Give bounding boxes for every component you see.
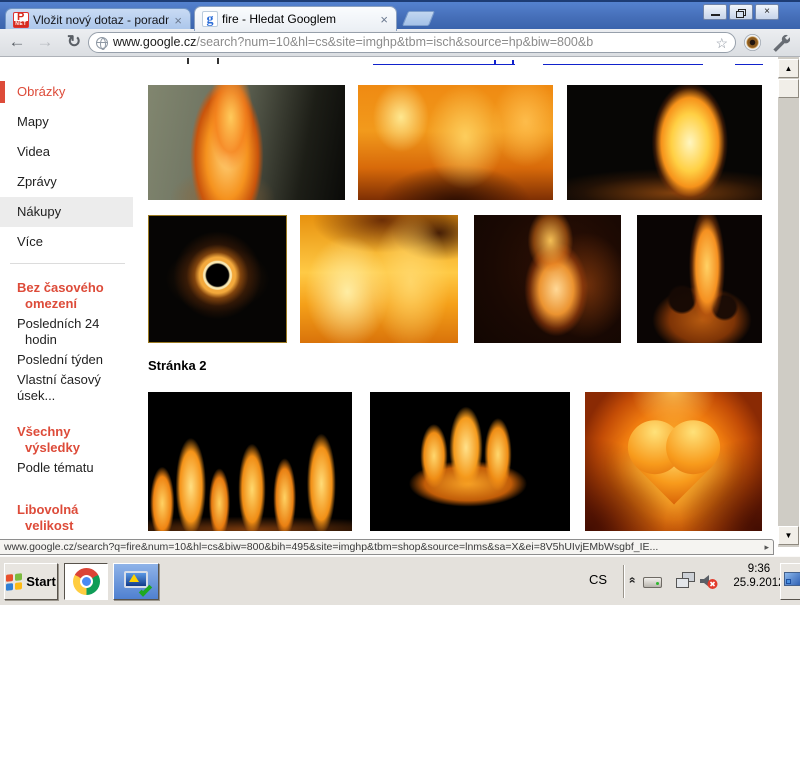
close-button[interactable]: × — [755, 4, 779, 20]
hardware-drive-icon[interactable] — [643, 577, 662, 588]
reload-button[interactable]: ↻ — [61, 30, 87, 54]
chrome-logo-icon — [72, 568, 100, 595]
tab-close-icon[interactable]: × — [173, 14, 183, 27]
image-result[interactable] — [370, 392, 570, 531]
sidebar-item-zpravy[interactable]: Zprávy — [0, 167, 133, 197]
volume-muted-icon[interactable] — [699, 572, 719, 591]
restore-button[interactable] — [729, 4, 753, 20]
image-result[interactable] — [148, 85, 345, 200]
filter-section-results: Všechny výsledky Podle tématu — [17, 424, 123, 476]
image-result[interactable] — [148, 392, 352, 531]
google-favicon-icon: g — [202, 11, 218, 27]
sidebar-divider — [10, 263, 125, 264]
burning-heart-shape — [635, 427, 712, 505]
tab-poradna[interactable]: P NET Vložit nový dotaz - poradna × — [5, 8, 191, 31]
tab-google-fire[interactable]: g fire - Hledat Googlem × — [194, 6, 397, 31]
clipped-link-underline[interactable] — [543, 64, 703, 65]
minimize-icon — [711, 14, 720, 16]
page-2-heading: Stránka 2 — [148, 358, 207, 373]
sidebar-item-videa[interactable]: Videa — [0, 137, 133, 167]
donottrack-eye-icon[interactable] — [744, 34, 761, 51]
taskbar: Start CS » 9:36 25.9.2012 — [0, 556, 800, 605]
system-check-icon — [123, 570, 153, 597]
windows-flag-icon — [6, 572, 23, 591]
filter-section-size: Libovolná velikost — [17, 502, 123, 534]
clipped-link-fragment — [494, 60, 496, 65]
tray-expand-chevron-icon[interactable]: » — [624, 577, 638, 584]
url-path: /search?num=10&hl=cs&site=imghp&tbm=isch… — [196, 35, 594, 49]
image-result[interactable] — [585, 392, 762, 531]
clipped-text-fragment — [187, 58, 189, 64]
image-result[interactable] — [148, 215, 287, 343]
image-result[interactable] — [567, 85, 762, 200]
image-result[interactable] — [358, 85, 553, 200]
status-url: www.google.cz/search?q=fire&num=10&hl=cs… — [4, 541, 659, 553]
filter-item[interactable]: Vlastní časový úsek... — [17, 372, 123, 404]
url-domain: www.google.cz — [113, 35, 197, 49]
filter-item[interactable]: Podle tématu — [17, 460, 123, 476]
taskbar-update-checker-button[interactable] — [113, 563, 159, 600]
filter-item[interactable]: Poslední týden — [17, 352, 123, 368]
warning-triangle-icon — [129, 573, 139, 582]
restore-icon-front — [736, 11, 744, 18]
page-content: Obrázky Mapy Videa Zprávy Nákupy Více Be… — [0, 57, 800, 556]
tab-title: fire - Hledat Googlem — [222, 12, 337, 26]
minimize-button[interactable] — [703, 4, 727, 20]
sidebar-item-obrazky[interactable]: Obrázky — [0, 77, 133, 107]
titlebar[interactable]: P NET Vložit nový dotaz - poradna × g fi… — [0, 0, 800, 31]
status-arrow-icon: ▸ — [764, 542, 769, 552]
sidebar-item-vice[interactable]: Více — [0, 227, 133, 257]
image-result[interactable] — [300, 215, 458, 343]
wrench-menu-icon[interactable] — [771, 33, 791, 57]
network-icon[interactable] — [676, 572, 696, 590]
scroll-down-button[interactable]: ▼ — [778, 526, 799, 545]
sidebar-item-mapy[interactable]: Mapy — [0, 107, 133, 137]
filter-header[interactable]: Libovolná velikost — [17, 502, 123, 534]
clipped-link-fragment — [512, 60, 514, 65]
clock-time: 9:36 — [747, 563, 771, 575]
globe-icon — [96, 37, 108, 50]
tray-clock[interactable]: 9:36 25.9.2012 — [731, 562, 787, 590]
clock-date: 25.9.2012 — [733, 577, 785, 589]
bookmark-star-icon[interactable]: ☆ — [715, 33, 728, 52]
desktop-monitor-icon — [784, 572, 800, 586]
clipped-link-underline[interactable] — [735, 64, 763, 65]
show-desktop-button[interactable] — [780, 563, 800, 600]
filter-header[interactable]: Bez časového omezení — [17, 280, 123, 312]
poradna-favicon-icon: P NET — [13, 11, 29, 28]
filter-item[interactable]: Posledních 24 hodin — [17, 316, 123, 348]
filter-section-time: Bez časového omezení Posledních 24 hodin… — [17, 280, 123, 404]
clipped-text-fragment — [217, 58, 219, 64]
back-button[interactable]: ← — [4, 30, 30, 54]
forward-button[interactable]: → — [32, 30, 58, 54]
scrollbar-thumb[interactable] — [778, 79, 799, 98]
start-button[interactable]: Start — [4, 563, 58, 600]
start-label: Start — [26, 574, 56, 589]
filter-header[interactable]: Všechny výsledky — [17, 424, 123, 456]
status-bubble: www.google.cz/search?q=fire&num=10&hl=cs… — [0, 539, 774, 555]
browser-toolbar: ← → ↻ www.google.cz/search?num=10&hl=cs&… — [0, 29, 800, 57]
sidebar-item-nakupy[interactable]: Nákupy — [0, 197, 133, 227]
language-indicator[interactable]: CS — [589, 572, 607, 587]
new-tab-button[interactable] — [401, 11, 436, 26]
scroll-up-button[interactable]: ▲ — [778, 59, 799, 78]
image-result[interactable] — [637, 215, 762, 343]
image-result[interactable] — [474, 215, 621, 343]
tab-close-icon[interactable]: × — [379, 13, 389, 26]
desktop: P NET Vložit nový dotaz - poradna × g fi… — [0, 0, 800, 768]
taskbar-chrome-button[interactable] — [64, 563, 108, 600]
address-bar[interactable]: www.google.cz/search?num=10&hl=cs&site=i… — [88, 32, 736, 53]
window-controls: × — [703, 4, 779, 20]
tab-title: Vložit nový dotaz - poradna — [33, 13, 170, 27]
page-scrollbar[interactable]: ▲ ▼ — [778, 57, 799, 547]
